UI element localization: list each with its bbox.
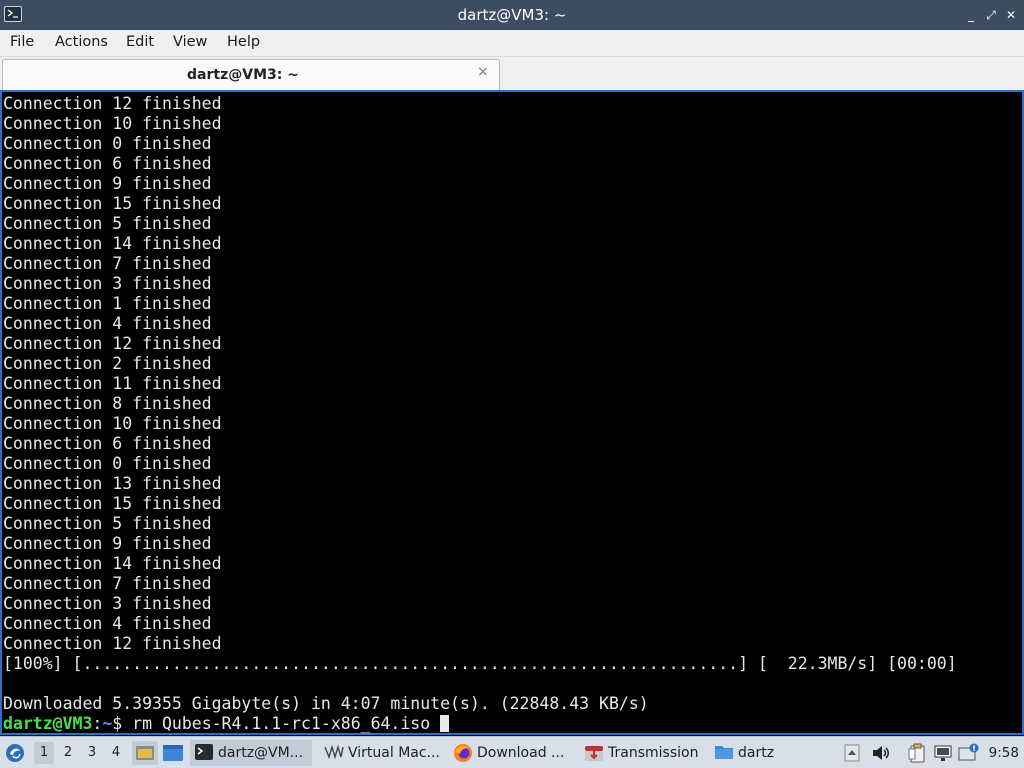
desktop-switch-1[interactable]: 1 [34, 742, 54, 764]
tab-bar: dartz@VM3: ~ × [0, 57, 1024, 90]
terminal-line: Connection 8 finished [3, 394, 212, 413]
command-input[interactable]: rm Qubes-R4.1.1-rc1-x86_64.iso [132, 714, 440, 733]
terminal-line: Connection 14 finished [3, 234, 222, 253]
window-title: dartz@VM3: ~ [457, 6, 567, 24]
terminal-line: Connection 0 finished [3, 134, 212, 153]
desktop-switch-3[interactable]: 3 [82, 742, 102, 764]
task-label: Download ... [477, 745, 565, 761]
network-icon[interactable] [933, 743, 953, 763]
window-icon [163, 745, 183, 761]
terminal-line: Connection 7 finished [3, 254, 212, 273]
lxqt-logo-icon [6, 744, 24, 762]
minimize-button[interactable]: _ [963, 7, 979, 23]
terminal-line: Connection 11 finished [3, 374, 222, 393]
task-label: dartz@VM... [218, 745, 304, 761]
terminal-line: Connection 3 finished [3, 274, 212, 293]
clipboard-icon[interactable] [907, 743, 927, 763]
terminal-line: Connection 4 finished [3, 314, 212, 333]
update-notifier-icon[interactable] [958, 743, 979, 763]
menu-help[interactable]: Help [227, 34, 260, 50]
firefox-icon [453, 743, 473, 763]
desktop-switch-2[interactable]: 2 [58, 742, 78, 764]
terminal-line: Connection 13 finished [3, 474, 222, 493]
terminal-output: Connection 12 finished Connection 10 fini… [3, 94, 957, 734]
terminal-line: Connection 7 finished [3, 574, 212, 593]
menu-view[interactable]: View [173, 34, 207, 50]
prompt-separator: : [92, 714, 103, 733]
window-titlebar[interactable]: dartz@VM3: ~ _ ⤢ ✕ [0, 0, 1024, 30]
application-menu-button[interactable] [4, 737, 26, 768]
tab-label: dartz@VM3: ~ [187, 67, 299, 83]
task-label: Transmission [608, 745, 699, 761]
folder-icon [714, 743, 734, 763]
terminal-scrollbar[interactable] [1019, 92, 1022, 733]
show-desktop-icon [136, 746, 154, 760]
clock[interactable]: 9:58 [989, 745, 1019, 761]
task-virtualbox[interactable]: Virtual Mac... [324, 737, 440, 768]
menu-actions[interactable]: Actions [55, 34, 108, 50]
menu-edit[interactable]: Edit [126, 34, 154, 50]
taskbar: 1 2 3 4 dartz@VM... Virtual Mac... Downl… [0, 736, 1024, 768]
menu-file[interactable]: File [10, 34, 34, 50]
menu-bar: File Actions Edit View Help [0, 30, 1024, 57]
terminal-line: Connection 3 finished [3, 594, 212, 613]
terminal-line: Connection 14 finished [3, 554, 222, 573]
terminal-line: Connection 15 finished [3, 194, 222, 213]
terminal-line: Connection 9 finished [3, 174, 212, 193]
terminal-line: Connection 9 finished [3, 534, 212, 553]
window-app-button[interactable] [162, 737, 184, 768]
prompt-path: ~ [102, 714, 113, 733]
prompt-user: dartz@VM3 [3, 714, 93, 733]
show-desktop-button[interactable] [132, 741, 158, 765]
terminal-view[interactable]: Connection 12 finished Connection 10 fini… [0, 90, 1024, 735]
terminal-line: Downloaded 5.39355 Gigabyte(s) in 4:07 m… [3, 694, 649, 713]
restore-button[interactable]: ⤢ [983, 7, 999, 23]
terminal-line: Connection 15 finished [3, 494, 222, 513]
terminal-icon [194, 743, 214, 763]
terminal-tab[interactable]: dartz@VM3: ~ × [2, 59, 500, 90]
terminal-line: Connection 4 finished [3, 614, 212, 633]
task-label: dartz [738, 745, 775, 761]
terminal-line: Connection 12 finished [3, 334, 222, 353]
tab-close-icon[interactable]: × [477, 65, 491, 79]
terminal-line: Connection 6 finished [3, 434, 212, 453]
terminal-line: Connection 5 finished [3, 214, 212, 233]
close-button[interactable]: ✕ [1003, 7, 1019, 23]
desktop-switch-4[interactable]: 4 [106, 742, 126, 764]
text-cursor [440, 715, 450, 732]
terminal-line: Connection 1 finished [3, 294, 212, 313]
transmission-icon [584, 743, 604, 763]
terminal-line: Connection 10 finished [3, 114, 222, 133]
task-transmission[interactable]: Transmission [584, 737, 698, 768]
terminal-line: Connection 0 finished [3, 454, 212, 473]
terminal-line: [100%] [................................… [3, 654, 957, 673]
task-label: Virtual Mac... [348, 745, 440, 761]
task-firefox[interactable]: Download ... [453, 737, 564, 768]
volume-icon[interactable] [871, 743, 891, 763]
task-terminal[interactable]: dartz@VM... [190, 740, 312, 766]
prompt-symbol: $ [112, 714, 133, 733]
terminal-line: Connection 12 finished [3, 94, 222, 113]
terminal-line: Connection 12 finished [3, 634, 222, 653]
terminal-line: Connection 6 finished [3, 154, 212, 173]
virtualbox-icon [324, 743, 344, 763]
tray-expand-icon[interactable] [843, 743, 863, 763]
terminal-line: Connection 5 finished [3, 514, 212, 533]
terminal-line: Connection 2 finished [3, 354, 212, 373]
task-file-manager[interactable]: dartz [714, 737, 774, 768]
terminal-line: Connection 10 finished [3, 414, 222, 433]
prompt-line[interactable]: dartz@VM3:~$ rm Qubes-R4.1.1-rc1-x86_64.… [3, 714, 957, 734]
